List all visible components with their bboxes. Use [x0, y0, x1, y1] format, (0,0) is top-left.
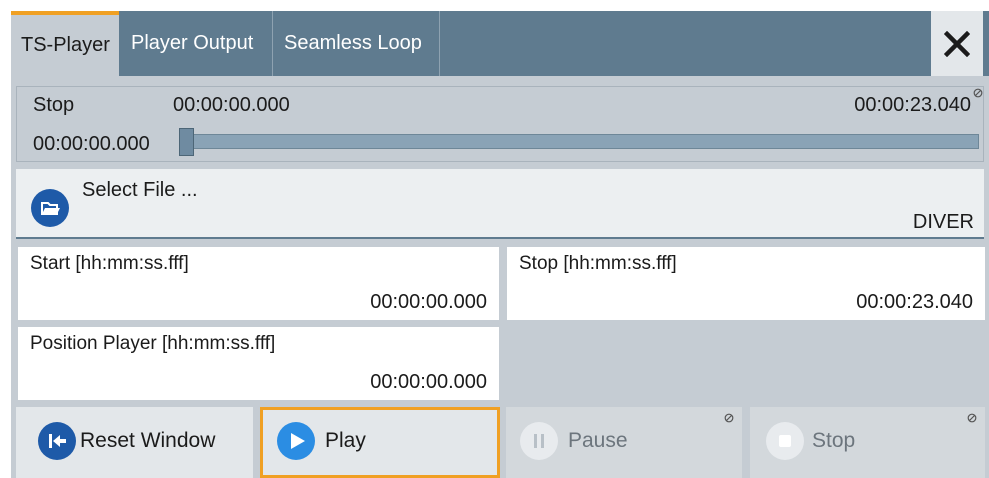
position-player-label: Position Player [hh:mm:ss.fff]	[30, 333, 276, 354]
tab-seamless-loop[interactable]: Seamless Loop	[274, 11, 440, 76]
stop-button[interactable]: Stop	[750, 407, 985, 478]
ts-player-window: TS-Player Player Output Seamless Loop St…	[11, 11, 989, 478]
disabled-indicator-icon	[967, 413, 977, 423]
close-button[interactable]	[931, 11, 983, 76]
start-time-value: 00:00:00.000	[370, 291, 487, 313]
folder-open-icon	[31, 189, 69, 227]
stop-time-value: 00:00:23.040	[856, 291, 973, 313]
player-state: Stop	[33, 94, 75, 116]
position-time: 00:00:00.000	[33, 133, 150, 155]
tab-player-output[interactable]: Player Output	[121, 11, 273, 76]
player-status-panel: Stop 00:00:00.000 00:00:23.040 00:00:00.…	[16, 86, 984, 162]
start-time-label: Start [hh:mm:ss.fff]	[30, 253, 189, 274]
position-player-field[interactable]: Position Player [hh:mm:ss.fff] 00:00:00.…	[18, 327, 499, 400]
pause-label: Pause	[568, 429, 628, 452]
position-player-value: 00:00:00.000	[370, 371, 487, 393]
play-label: Play	[325, 429, 366, 452]
disabled-indicator-icon	[973, 88, 983, 98]
close-icon	[944, 30, 970, 57]
stop-time-label: Stop [hh:mm:ss.fff]	[519, 253, 677, 274]
tab-bar: TS-Player Player Output Seamless Loop	[11, 11, 989, 76]
stop-icon	[766, 422, 804, 460]
pause-icon	[520, 422, 558, 460]
tab-label: Seamless Loop	[284, 32, 422, 54]
tab-label: TS-Player	[21, 34, 110, 56]
pause-button[interactable]: Pause	[506, 407, 742, 478]
stop-label: Stop	[812, 429, 856, 452]
select-file-label: Select File ...	[82, 179, 198, 201]
disabled-indicator-icon	[724, 413, 734, 423]
selected-file-name: DIVER	[912, 211, 974, 233]
tab-ts-player[interactable]: TS-Player	[11, 11, 119, 76]
current-time: 00:00:00.000	[173, 94, 290, 116]
total-time: 00:00:23.040	[854, 94, 971, 116]
reset-icon	[38, 422, 76, 460]
tab-label: Player Output	[131, 32, 254, 54]
reset-window-button[interactable]: Reset Window	[16, 407, 253, 478]
play-icon	[277, 422, 315, 460]
start-time-field[interactable]: Start [hh:mm:ss.fff] 00:00:00.000	[18, 247, 499, 320]
reset-window-label: Reset Window	[80, 429, 216, 452]
select-file-button[interactable]: Select File ... DIVER	[16, 169, 984, 239]
stop-time-field[interactable]: Stop [hh:mm:ss.fff] 00:00:23.040	[507, 247, 985, 320]
slider-thumb[interactable]	[179, 128, 194, 156]
progress-slider[interactable]	[187, 134, 979, 149]
play-button[interactable]: Play	[260, 407, 500, 478]
